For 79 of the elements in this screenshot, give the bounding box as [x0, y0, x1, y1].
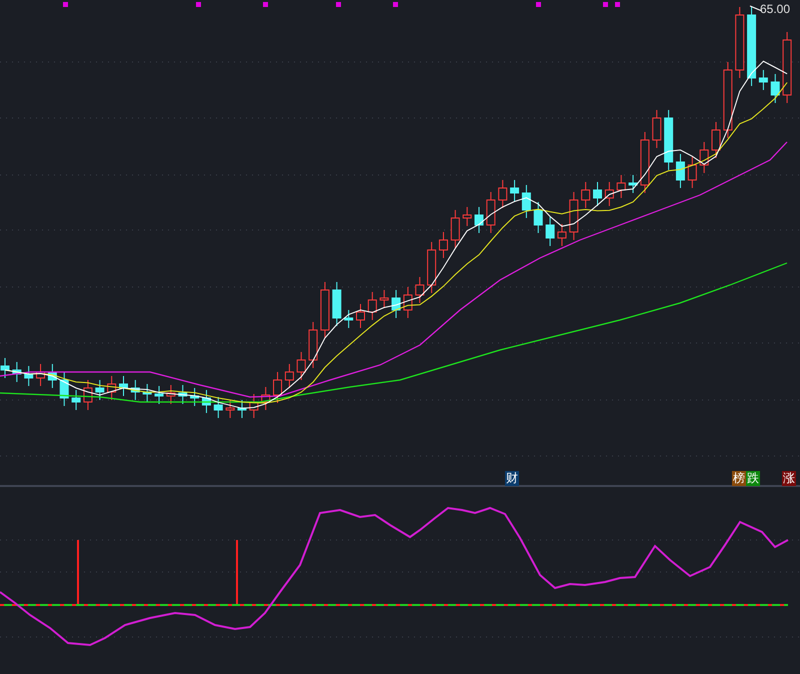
candlestick [593, 182, 602, 206]
candlestick [238, 400, 246, 418]
event-marker[interactable]: 财 [505, 471, 519, 486]
candlestick [296, 352, 306, 380]
candlestick [450, 210, 460, 248]
candlestick [344, 310, 354, 328]
candlestick [758, 70, 768, 90]
signal-marker [63, 2, 68, 7]
event-marker[interactable]: 跌 [746, 471, 760, 486]
candlestick [557, 224, 566, 246]
candlestick [510, 180, 520, 202]
candlestick [202, 390, 211, 414]
candlestick [142, 384, 152, 402]
signal-marker [603, 2, 608, 7]
candlestick [332, 282, 342, 326]
candlestick [24, 366, 34, 386]
candlestick [261, 386, 270, 410]
candlestick [712, 122, 720, 158]
candlestick [154, 386, 164, 404]
candlestick [415, 276, 424, 304]
candlestick [438, 232, 448, 258]
candlestick [546, 216, 555, 246]
candlestick [640, 132, 650, 194]
candlestick [72, 390, 81, 410]
candlestick [380, 290, 389, 308]
candlestick [616, 174, 626, 198]
candlestick [392, 290, 401, 318]
candlestick [676, 154, 685, 188]
candlestick [36, 364, 46, 386]
candlestick [664, 110, 674, 170]
candlestick [462, 206, 472, 226]
candlestick [226, 400, 235, 418]
signal-marker [263, 2, 268, 7]
candlestick [95, 380, 104, 400]
candlestick [427, 242, 436, 294]
candlestick [178, 384, 188, 404]
event-marker[interactable]: 榜 [732, 471, 746, 486]
candlestick [581, 182, 590, 208]
candlestick [403, 286, 412, 318]
candlestick [130, 380, 140, 400]
candlestick [652, 110, 662, 148]
candlestick [60, 372, 69, 406]
candlestick [770, 74, 780, 104]
candlestick [628, 174, 638, 194]
leader-line [750, 6, 762, 12]
event-marker[interactable]: 涨 [782, 471, 796, 486]
candlestick [284, 364, 294, 388]
candlestick [107, 376, 116, 400]
candlestick [604, 182, 614, 206]
signal-marker [615, 2, 620, 7]
candlestick [166, 384, 176, 404]
signal-marker [196, 2, 201, 7]
candlestick [782, 32, 792, 104]
candlestick [12, 362, 22, 382]
candlestick [48, 364, 57, 388]
candlestick [735, 6, 744, 78]
candlestick [119, 376, 128, 396]
candlestick [190, 388, 200, 406]
signal-marker [336, 2, 341, 7]
candlestick [356, 304, 365, 328]
price-label: 65.00 [760, 3, 790, 15]
signal-marker [536, 2, 541, 7]
candlestick [688, 156, 697, 188]
candlestick [522, 184, 531, 218]
candlestick [273, 372, 282, 404]
candlestick [569, 192, 578, 240]
candlestick [0, 358, 10, 378]
candlestick [498, 180, 508, 208]
candlestick [486, 192, 496, 234]
candlestick [249, 394, 258, 418]
candlestick [534, 202, 543, 234]
candlestick [308, 322, 318, 368]
candlestick [368, 292, 377, 320]
candlestick [320, 282, 330, 338]
candlestick [474, 206, 484, 234]
signal-marker [393, 2, 398, 7]
candlestick [214, 396, 223, 418]
candlestick [700, 142, 709, 174]
candlestick [83, 380, 92, 410]
